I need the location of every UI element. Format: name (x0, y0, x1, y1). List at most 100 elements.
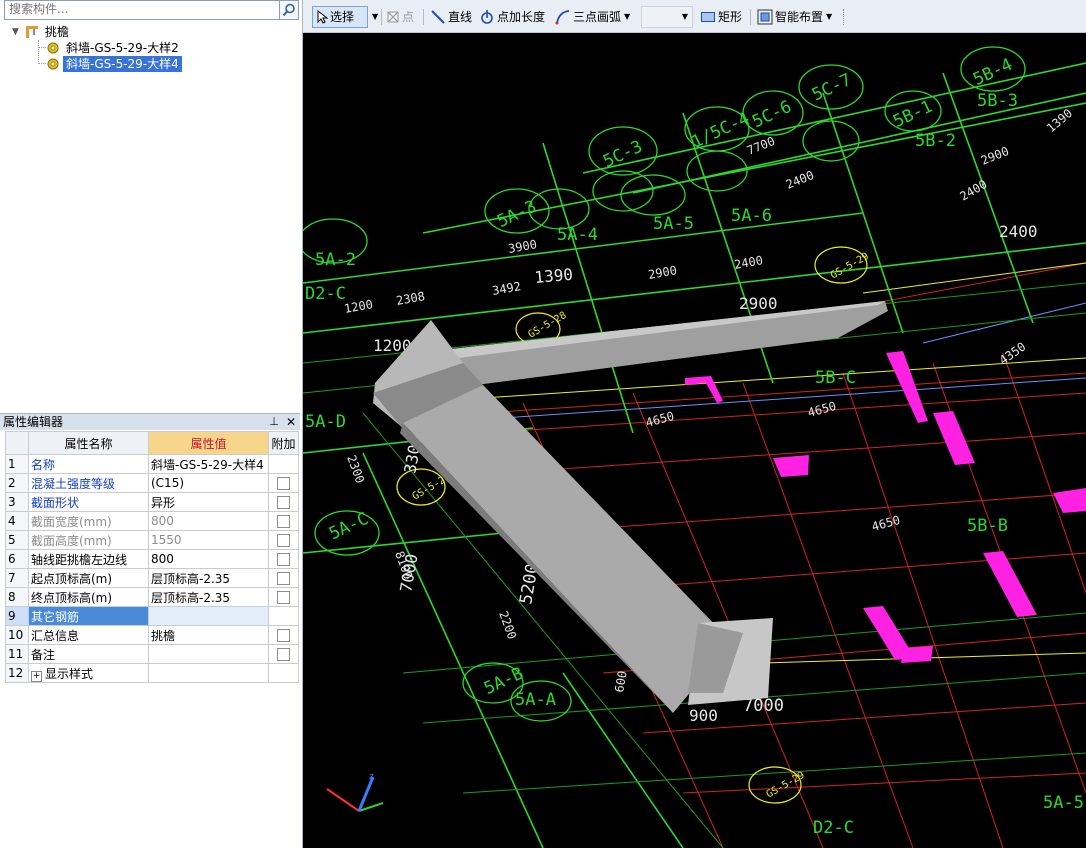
axis-label: 5A-A (515, 690, 556, 710)
line-label: 直线 (448, 10, 473, 24)
search-box[interactable] (4, 0, 280, 20)
axis-label: 5A-C (326, 509, 372, 544)
property-row[interactable]: 4 截面宽度(mm) 800 (5, 511, 299, 531)
property-value[interactable]: 异形 (148, 492, 269, 512)
expand-icon[interactable]: + (31, 670, 42, 682)
overhang-3d-model[interactable] (373, 301, 888, 723)
rectangle-button[interactable]: 矩形 (700, 6, 742, 28)
property-value[interactable]: (C15) (148, 473, 269, 493)
point-length-button[interactable]: 点加长度 (479, 6, 545, 28)
extra-checkbox[interactable] (277, 476, 290, 490)
property-name: 截面宽度(mm) (28, 511, 149, 531)
row-number: 5 (5, 530, 29, 550)
property-value[interactable]: 层顶标高-2.35 (148, 568, 269, 588)
column-header-name[interactable]: 属性名称 (28, 431, 149, 455)
property-value[interactable]: 800 (148, 511, 269, 531)
dim-label: 4650 (870, 513, 902, 534)
property-row[interactable]: 2 混凝土强度等级 (C15) (5, 473, 299, 493)
tree-item[interactable]: 斜墙-GS-5-29-大样2 (46, 40, 182, 56)
pointer-icon (317, 10, 328, 24)
property-row[interactable]: 5 截面高度(mm) 1550 (5, 530, 299, 550)
axis-label: D2-C (813, 818, 854, 838)
axis-label: 5A-D (305, 412, 346, 432)
property-value[interactable]: 挑檐 (148, 625, 269, 645)
extra-checkbox[interactable] (277, 495, 290, 509)
dim-label: 900 (689, 706, 718, 725)
property-row[interactable]: 1 名称 斜墙-GS-5-29-大样4 (5, 454, 299, 474)
property-value[interactable]: 1550 (148, 530, 269, 550)
extra-cell (268, 644, 299, 664)
search-button[interactable] (279, 0, 299, 20)
property-row[interactable]: 3 截面形状 异形 (5, 492, 299, 512)
dim-label: 4650 (806, 399, 838, 420)
extra-cell (268, 587, 299, 607)
extra-checkbox[interactable] (277, 590, 290, 604)
chevron-down-icon[interactable]: ▼ (624, 6, 630, 28)
svg-text:z: z (369, 772, 374, 782)
dim-label: 2400 (958, 177, 990, 204)
property-value[interactable] (148, 606, 269, 626)
toolbar-grip[interactable] (843, 9, 845, 25)
dim-label: 600 (612, 670, 630, 694)
smart-layout-button[interactable]: 智能布置 ▼ (757, 6, 832, 28)
dim-label: 1200 (343, 297, 374, 316)
extra-checkbox[interactable] (277, 571, 290, 585)
cad-3d-viewport[interactable]: 5C-3 1/5C-4 5C-6 5C-7 5B-1 5B-2 5B-3 5B-… (303, 33, 1086, 848)
property-name: + 显示样式 (28, 663, 149, 683)
row-number: 7 (5, 568, 29, 588)
three-point-arc-button[interactable]: 三点画弧 ▼ (555, 6, 630, 28)
axis-label: D2-C (305, 284, 346, 304)
property-value[interactable]: 斜墙-GS-5-29-大样4 (148, 454, 269, 474)
extra-checkbox[interactable] (277, 514, 290, 528)
dim-label: 3900 (507, 237, 538, 256)
pin-icon[interactable]: ⊥ (268, 414, 280, 430)
overhang-category-icon (25, 26, 38, 38)
property-value[interactable] (148, 663, 269, 683)
dim-label: 2400 (999, 222, 1038, 241)
row-number: 12 (5, 663, 29, 683)
property-value[interactable] (148, 644, 269, 664)
dim-label: 2200 (496, 609, 519, 641)
tree-connector (38, 47, 46, 48)
select-button[interactable]: 选择 (312, 6, 368, 28)
property-row[interactable]: 6 轴线距挑檐左边线 800 (5, 549, 299, 569)
drawing-canvas[interactable]: 5C-3 1/5C-4 5C-6 5C-7 5B-1 5B-2 5B-3 5B-… (303, 33, 1086, 848)
extra-checkbox[interactable] (277, 628, 290, 642)
close-icon[interactable]: ✕ (285, 414, 297, 430)
row-number: 4 (5, 511, 29, 531)
axis-label: 5A-2 (315, 250, 356, 270)
column-header-value[interactable]: 属性值 (148, 431, 269, 455)
extra-checkbox[interactable] (277, 647, 290, 661)
property-row[interactable]: 8 终点顶标高(m) 层顶标高-2.35 (5, 587, 299, 607)
point-length-icon (481, 10, 493, 24)
extra-checkbox[interactable] (277, 552, 290, 566)
extra-cell (268, 549, 299, 569)
tree-node-root[interactable]: ▼ 挑檐 (12, 24, 72, 40)
point-button[interactable]: 点 (386, 6, 414, 28)
property-value[interactable]: 800 (148, 549, 269, 569)
axis-label: 5A-3 (494, 197, 540, 232)
chevron-down-icon[interactable]: ▼ (826, 6, 832, 28)
line-button[interactable]: 直线 (430, 6, 472, 28)
draw-toolbar: 选择 ▼ 点 直线 点加长度 三点画弧 ▼ ▼ 矩形 智能布置 ▼ (303, 0, 1086, 33)
select-dropdown[interactable]: ▼ (369, 6, 378, 28)
search-input[interactable] (5, 1, 275, 17)
overhang-front-arm[interactable] (403, 385, 723, 713)
gear-icon (47, 42, 59, 54)
column-header-extra[interactable]: 附加 (268, 431, 299, 455)
property-row[interactable]: 11 备注 (5, 644, 299, 664)
extra-checkbox[interactable] (277, 533, 290, 547)
property-row[interactable]: 12 + 显示样式 (5, 663, 299, 683)
row-number: 8 (5, 587, 29, 607)
property-row[interactable]: 7 起点顶标高(m) 层顶标高-2.35 (5, 568, 299, 588)
collapse-arrow-icon[interactable]: ▼ (12, 24, 19, 40)
axis-label: 5B-B (967, 516, 1008, 536)
extra-cell (268, 625, 299, 645)
property-row[interactable]: 10 汇总信息 挑檐 (5, 625, 299, 645)
tree-root-label: 挑檐 (44, 25, 69, 39)
property-value[interactable]: 层顶标高-2.35 (148, 587, 269, 607)
arc-type-select[interactable]: ▼ (641, 6, 693, 28)
property-row[interactable]: 9 其它钢筋 (5, 606, 299, 626)
tree-item-selected[interactable]: 斜墙-GS-5-29-大样4 (46, 56, 182, 72)
dim-label: 4650 (644, 409, 676, 430)
